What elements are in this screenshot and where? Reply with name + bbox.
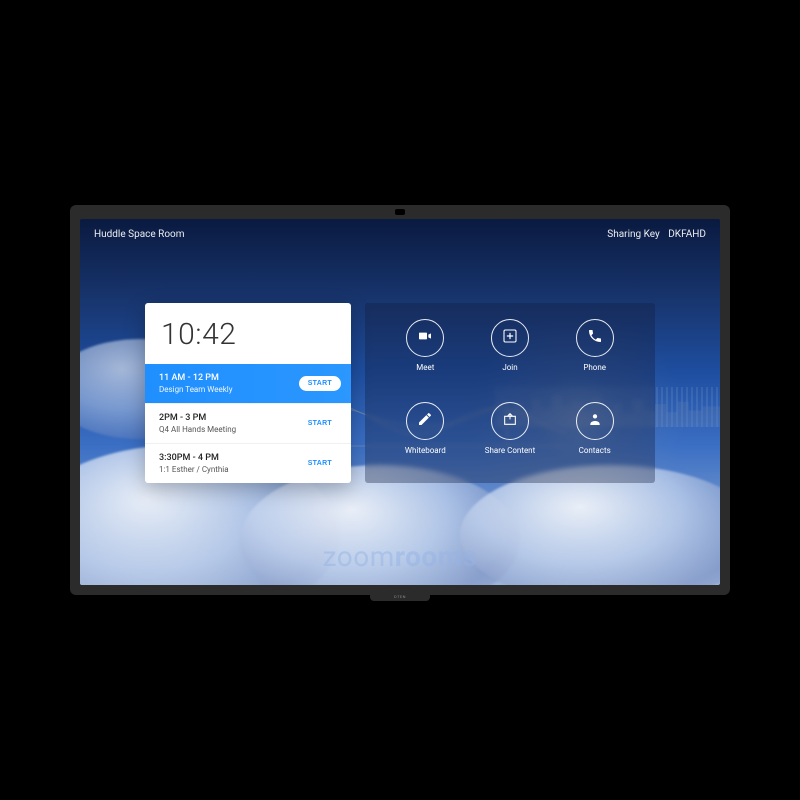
event-title: Q4 All Hands Meeting [159, 425, 236, 434]
event-title: Design Team Weekly [159, 385, 233, 394]
event-title: 1:1 Esther / Cynthia [159, 465, 229, 474]
action-label: Share Content [485, 446, 535, 455]
event-time: 3:30PM - 4 PM [159, 453, 229, 463]
plus-icon [502, 328, 518, 348]
sharing-key: Sharing Key DKFAHD [607, 229, 706, 240]
whiteboard-button[interactable]: Whiteboard [405, 402, 446, 469]
phone-button[interactable]: Phone [576, 319, 614, 386]
action-panel: Meet Join Phone [365, 303, 655, 483]
action-label: Contacts [579, 446, 611, 455]
person-icon [587, 411, 603, 431]
start-button[interactable]: START [299, 456, 341, 471]
action-label: Join [502, 363, 517, 372]
contacts-button[interactable]: Contacts [576, 402, 614, 469]
start-button[interactable]: START [299, 376, 341, 391]
brand-name: zoom [323, 540, 395, 573]
room-name: Huddle Space Room [94, 229, 185, 240]
join-button[interactable]: Join [491, 319, 529, 386]
brand-watermark: zoomrooms [80, 540, 720, 573]
sharing-key-value: DKFAHD [668, 229, 706, 240]
start-button[interactable]: START [299, 416, 341, 431]
video-icon [417, 328, 433, 348]
meet-button[interactable]: Meet [406, 319, 444, 386]
schedule-card: 10:42 11 AM - 12 PM Design Team Weekly S… [145, 303, 351, 483]
action-label: Meet [416, 363, 434, 372]
event-time: 2PM - 3 PM [159, 413, 236, 423]
event-time: 11 AM - 12 PM [159, 373, 233, 383]
action-label: Whiteboard [405, 446, 446, 455]
event-row[interactable]: 2PM - 3 PM Q4 All Hands Meeting START [145, 403, 351, 443]
phone-icon [587, 328, 603, 348]
camera-notch [395, 209, 405, 215]
pen-icon [417, 411, 433, 431]
device-frame: DTEN Huddle Space Room Sharing Key DKFA [70, 205, 730, 595]
event-row[interactable]: 3:30PM - 4 PM 1:1 Esther / Cynthia START [145, 443, 351, 483]
sharing-key-label: Sharing Key [607, 229, 659, 240]
brand-suffix: rooms [395, 540, 478, 573]
share-content-button[interactable]: Share Content [485, 402, 535, 469]
event-row[interactable]: 11 AM - 12 PM Design Team Weekly START [145, 364, 351, 403]
share-icon [502, 411, 518, 431]
top-bar: Huddle Space Room Sharing Key DKFAHD [94, 229, 706, 240]
action-label: Phone [583, 363, 606, 372]
clock: 10:42 [145, 303, 351, 364]
device-brand-chin: DTEN [370, 591, 430, 601]
screen: Huddle Space Room Sharing Key DKFAHD 10:… [80, 219, 720, 585]
